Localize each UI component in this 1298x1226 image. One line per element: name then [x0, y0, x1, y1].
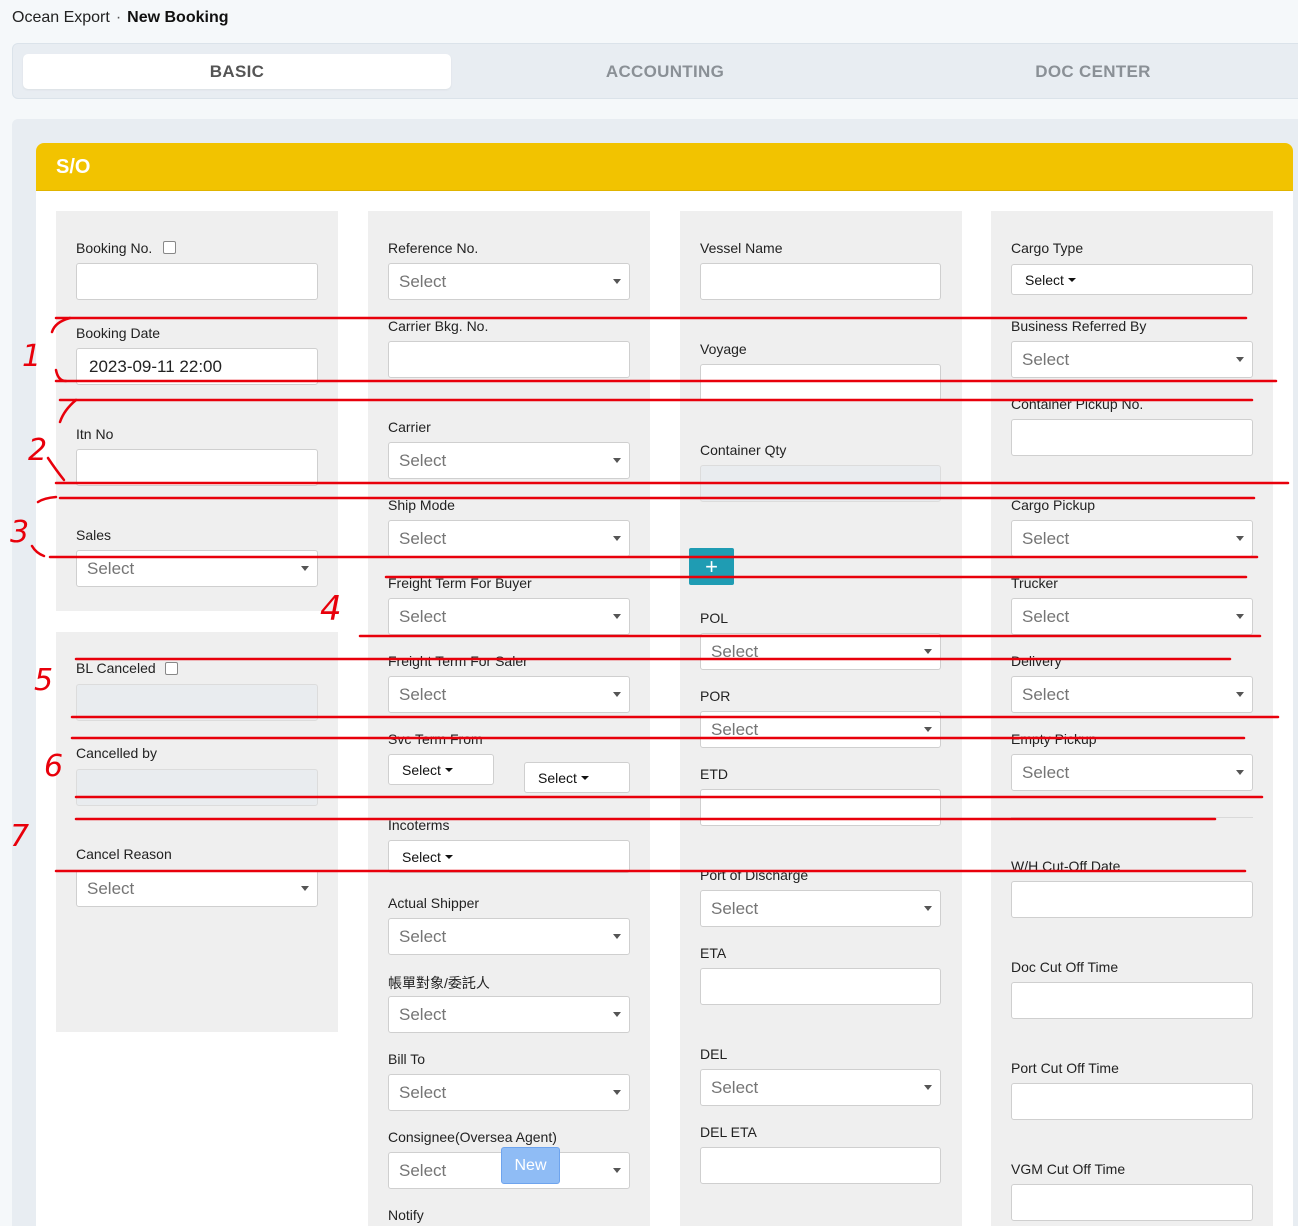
annotation-bracket: [46, 456, 66, 482]
annotation-bracket: [50, 316, 72, 334]
annotation-overlay: 1 2 3 4 5 6 7: [10, 316, 1290, 873]
annotation-number: 6: [44, 749, 63, 784]
annotation-number: 1: [22, 339, 41, 374]
annotation-bracket: [58, 398, 78, 424]
annotation-bracket: [30, 544, 46, 558]
annotation-number: 7: [10, 819, 29, 854]
annotation-bracket: [54, 368, 68, 383]
annotation-bracket: [36, 495, 58, 504]
annotation-number: 5: [34, 663, 53, 698]
annotation-number: 3: [10, 515, 29, 550]
annotation-number: 2: [28, 433, 47, 468]
annotation-numbers: 1 2 3 4 5 6 7: [10, 339, 342, 854]
annotation-lines: [30, 316, 1290, 873]
annotation-number: 4: [320, 589, 342, 629]
